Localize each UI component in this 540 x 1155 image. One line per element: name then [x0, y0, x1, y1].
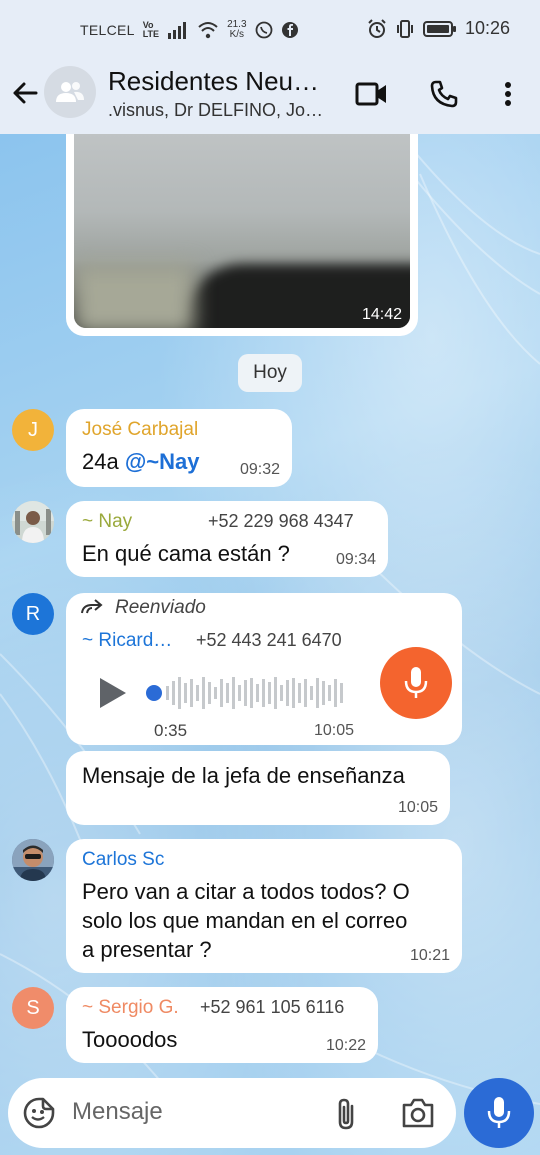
message-input-bar: Mensaje — [8, 1078, 456, 1148]
sender-phone[interactable]: +52 961 105 6116 — [200, 997, 344, 1018]
play-button[interactable] — [94, 675, 130, 716]
video-call-button[interactable] — [354, 76, 390, 112]
avatar[interactable]: R — [12, 593, 54, 635]
message-bubble[interactable]: ~ Nay +52 229 968 4347 En qué cama están… — [66, 501, 388, 577]
avatar[interactable]: J — [12, 409, 54, 451]
message-text-line: a presentar ? — [82, 937, 212, 962]
message-text-line: Pero van a citar a todos todos? O — [82, 879, 410, 904]
back-button[interactable] — [8, 76, 42, 110]
message-bubble[interactable]: Mensaje de la jefa de enseñanza 10:05 — [66, 751, 450, 825]
message-time: 09:34 — [335, 551, 376, 568]
user-photo-icon — [12, 501, 54, 543]
message-bubble[interactable]: ~ Sergio G. +52 961 105 6116 Toooodos 10… — [66, 987, 378, 1063]
playback-position[interactable] — [146, 685, 162, 701]
message-time: 10:22 — [325, 1037, 366, 1054]
sender-name[interactable]: José Carbajal — [82, 419, 198, 441]
back-arrow-icon — [13, 82, 38, 104]
alarm-icon — [368, 18, 386, 38]
paperclip-icon — [338, 1098, 354, 1130]
play-icon — [100, 678, 126, 708]
message-text: Mensaje de la jefa de enseñanza — [82, 763, 405, 788]
facebook-icon — [281, 22, 298, 38]
message-text: Pero van a citar a todos todos? O solo l… — [82, 877, 410, 964]
signal-icon — [168, 22, 187, 39]
message-time: 10:05 — [313, 722, 354, 739]
message-input[interactable]: Mensaje — [72, 1098, 163, 1126]
message-text: En qué cama están ? — [82, 541, 290, 566]
sticker-icon — [23, 1097, 55, 1129]
mention-link[interactable]: @~Nay — [125, 449, 200, 474]
emoji-button[interactable] — [22, 1096, 56, 1135]
chat-participants[interactable]: .visnus, Dr DELFINO, Jo… — [108, 100, 323, 121]
camera-button[interactable] — [400, 1096, 436, 1135]
avatar[interactable] — [12, 839, 54, 881]
more-options-button[interactable] — [490, 76, 526, 112]
sender-name[interactable]: ~ Sergio G. — [82, 997, 179, 1019]
message-text-line: solo los que mandan en el correo — [82, 908, 408, 933]
message-time: 09:32 — [239, 461, 280, 478]
sender-name[interactable]: ~ Nay — [82, 511, 132, 533]
message-text: Toooodos — [82, 1027, 178, 1052]
microphone-icon — [404, 667, 428, 698]
waveform[interactable] — [142, 673, 352, 713]
avatar-letter: J — [28, 418, 38, 441]
vibrate-icon — [396, 19, 413, 38]
more-vert-icon — [505, 82, 511, 106]
group-avatar[interactable] — [44, 66, 96, 118]
voice-call-button[interactable] — [426, 76, 462, 112]
attach-button[interactable] — [334, 1096, 360, 1137]
avatar[interactable]: S — [12, 987, 54, 1029]
message-time: 10:21 — [409, 947, 450, 964]
thumbnail-blur — [74, 264, 194, 328]
avatar-letter: R — [25, 602, 41, 625]
phone-icon — [430, 80, 458, 108]
network-speed: 21.3 K/s — [227, 19, 247, 40]
message-bubble[interactable]: Carlos Sc Pero van a citar a todos todos… — [66, 839, 462, 973]
wifi-icon — [198, 22, 218, 39]
message-text: 24a @~Nay — [82, 447, 200, 476]
user-photo-icon — [12, 839, 54, 881]
chat-title[interactable]: Residentes Neu… — [108, 66, 319, 97]
message-time: 10:05 — [397, 799, 438, 816]
clock: 10:26 — [464, 18, 510, 38]
forwarded-label: Reenviado — [115, 597, 206, 618]
camera-icon — [402, 1098, 434, 1128]
video-call-icon — [355, 82, 386, 106]
sender-name[interactable]: Carlos Sc — [82, 849, 164, 871]
message-text-body: 24a — [82, 449, 125, 474]
media-thumbnail[interactable] — [74, 134, 410, 328]
sender-phone[interactable]: +52 443 241 6470 — [196, 630, 342, 651]
whatsapp-icon — [255, 21, 272, 39]
volte-indicator: Vo LTE — [142, 20, 160, 39]
status-bar: TELCEL Vo LTE 21.3 K/s 10:26 — [0, 0, 540, 62]
record-voice-button[interactable] — [464, 1078, 534, 1148]
date-separator: Hoy — [238, 354, 302, 392]
chat-header: Residentes Neu… .visnus, Dr DELFINO, Jo… — [0, 62, 540, 134]
avatar[interactable] — [12, 501, 54, 543]
media-message[interactable]: 14:42 — [66, 134, 418, 336]
microphone-icon — [487, 1097, 511, 1128]
sender-name[interactable]: ~ Ricard… — [82, 630, 172, 652]
voice-note-sender-badge — [380, 647, 452, 719]
sender-phone[interactable]: +52 229 968 4347 — [208, 511, 354, 532]
battery-icon — [422, 20, 456, 37]
group-icon — [56, 82, 84, 102]
carrier-name: TELCEL — [80, 22, 135, 38]
avatar-letter: S — [26, 996, 40, 1019]
voice-message-bubble[interactable]: Reenviado ~ Ricard… +52 443 241 6470 0:3… — [66, 593, 462, 745]
message-time: 14:42 — [361, 306, 402, 323]
voice-duration: 0:35 — [154, 721, 188, 740]
forward-icon — [81, 599, 103, 614]
message-bubble[interactable]: José Carbajal 24a @~Nay 09:32 — [66, 409, 292, 487]
waveform-bars — [166, 677, 343, 709]
